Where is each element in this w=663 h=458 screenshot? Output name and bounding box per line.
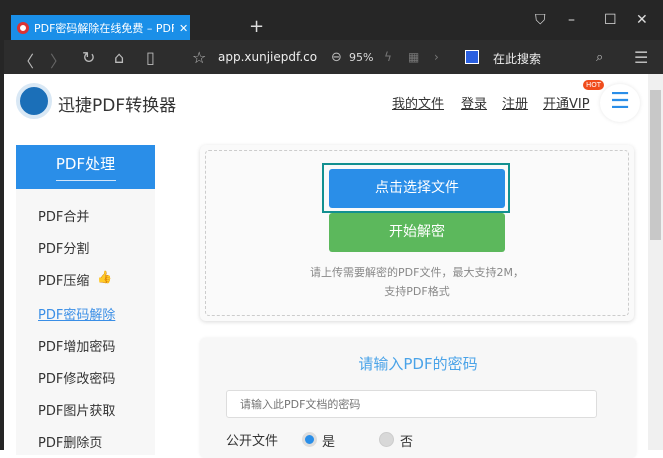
radio-no-label: 否 (400, 435, 414, 450)
forward-icon[interactable]: 〉 (50, 48, 66, 72)
zoom-icon[interactable]: ⊖ (331, 50, 342, 65)
sidebar-item-remove-password[interactable]: PDF密码解除 (38, 304, 115, 323)
maximize-icon[interactable]: ☐ (604, 12, 617, 28)
upload-format-hint: 支持PDF格式 (384, 285, 450, 298)
brand-logo-icon[interactable] (16, 83, 52, 119)
chevron-right-icon[interactable]: › (434, 50, 439, 64)
radio-no[interactable] (379, 432, 394, 447)
reader-icon[interactable]: ▯ (146, 48, 155, 67)
login-link[interactable]: 登录 (461, 93, 487, 112)
site-favicon-icon (17, 22, 29, 34)
upload-hint: 请上传需要解密的PDF文件，最大支持2M， (310, 266, 524, 279)
reload-icon[interactable]: ↻ (82, 48, 95, 67)
baidu-search-icon[interactable] (465, 50, 479, 64)
search-box[interactable]: 在此搜索 (493, 50, 541, 67)
minimize-icon[interactable]: – (568, 12, 575, 28)
hamburger-menu-icon[interactable]: ☰ (600, 84, 640, 122)
brand-name[interactable]: 迅捷PDF转换器 (58, 91, 176, 116)
start-decrypt-button[interactable]: 开始解密 (329, 213, 505, 252)
sidebar-title-text: PDF处理 (55, 153, 116, 181)
public-file-label: 公开文件 (226, 434, 279, 449)
home-icon[interactable]: ⌂ (114, 48, 124, 67)
sidebar-item-add-password[interactable]: PDF增加密码 (38, 336, 115, 355)
skin-icon[interactable]: ⛉ (535, 12, 546, 28)
select-file-button[interactable]: 点击选择文件 (329, 169, 505, 208)
nav-bar: 〈 〉 ↻ ⌂ ▯ ☆ app.xunjiepdf.co ⊖ 95% ϟ ▦ ›… (0, 40, 663, 74)
register-link[interactable]: 注册 (502, 93, 528, 112)
close-window-icon[interactable]: ✕ (636, 12, 648, 28)
radio-yes[interactable] (302, 432, 317, 447)
thumbs-up-icon: 👍 (97, 270, 112, 284)
browser-tab[interactable]: PDF密码解除在线免费 – PDF密码移除 ✕ (11, 15, 190, 41)
radio-yes-label: 是 (322, 435, 336, 450)
hot-badge: HOT (583, 80, 605, 90)
favorite-star-icon[interactable]: ☆ (192, 48, 206, 67)
qrcode-icon[interactable]: ▦ (408, 50, 419, 64)
url-field[interactable]: app.xunjiepdf.co (218, 50, 317, 64)
sidebar-item-merge[interactable]: PDF合并 (38, 206, 89, 225)
close-tab-icon[interactable]: ✕ (179, 22, 188, 35)
vip-link[interactable]: 开通VIP (543, 93, 590, 112)
back-icon[interactable]: 〈 (18, 48, 34, 72)
my-files-link[interactable]: 我的文件 (392, 93, 444, 112)
search-icon[interactable]: ⌕ (596, 50, 603, 65)
password-input[interactable] (226, 390, 597, 418)
sidebar-title: PDF处理 (16, 145, 155, 189)
sidebar-item-extract-images[interactable]: PDF图片获取 (38, 400, 115, 419)
tab-title: PDF密码解除在线免费 – PDF密码移除 (34, 22, 174, 35)
new-tab-icon[interactable]: + (249, 16, 264, 37)
sidebar-item-delete-pages[interactable]: PDF删除页 (38, 432, 102, 451)
sidebar-item-change-password[interactable]: PDF修改密码 (38, 368, 115, 387)
password-title: 请输入PDF的密码 (358, 355, 478, 373)
sidebar-item-compress[interactable]: PDF压缩 (38, 270, 89, 289)
flash-icon[interactable]: ϟ (384, 50, 392, 64)
scrollbar-thumb[interactable] (650, 90, 661, 240)
zoom-level[interactable]: 95% (349, 51, 373, 64)
menu-icon[interactable]: ☰ (634, 48, 648, 67)
sidebar-item-split[interactable]: PDF分割 (38, 238, 89, 257)
